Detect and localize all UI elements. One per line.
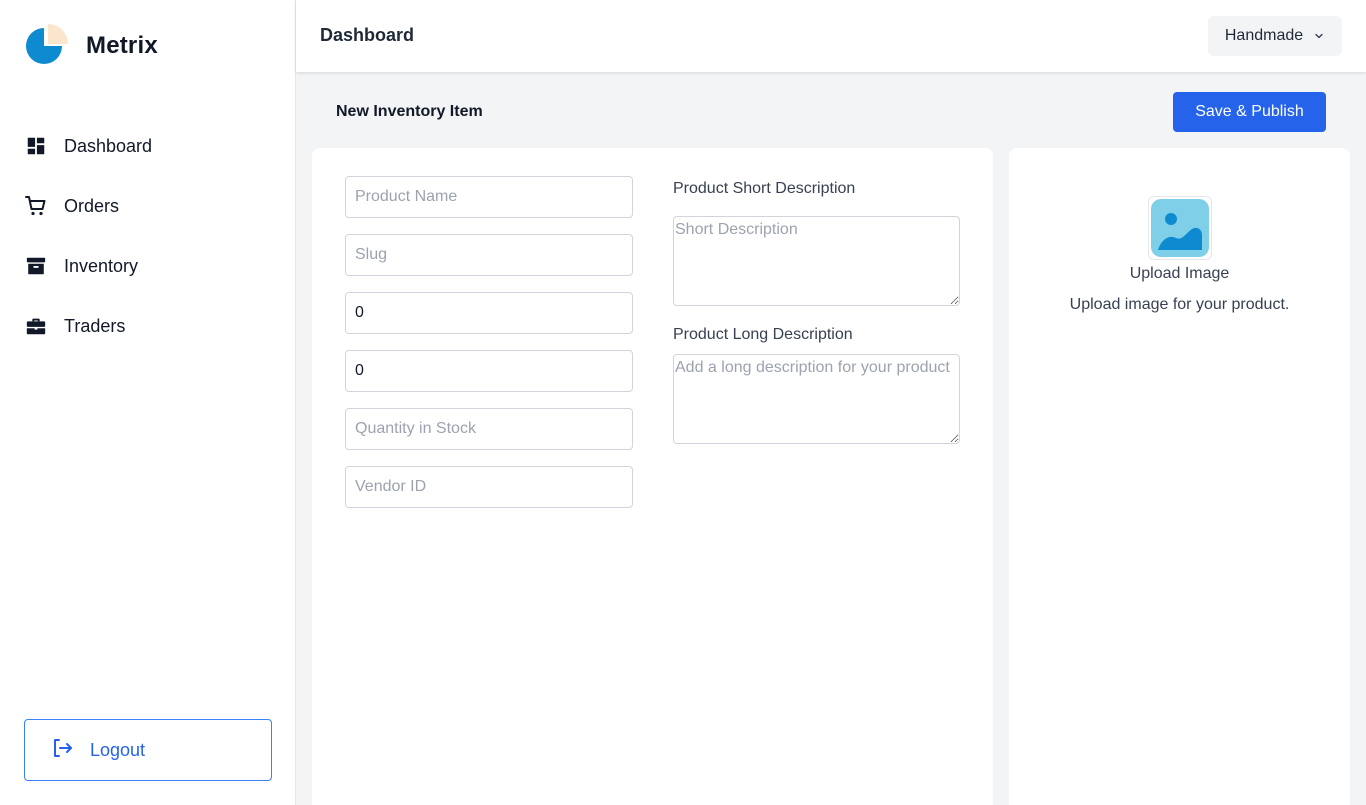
top-header: Dashboard Handmade — [296, 0, 1366, 72]
slug-input[interactable] — [345, 234, 633, 276]
brand-name: Metrix — [86, 32, 158, 59]
archive-icon — [24, 254, 48, 278]
pie-chart-logo-icon — [26, 24, 68, 64]
upload-image-label: Upload Image — [1129, 265, 1230, 282]
short-description-label: Product Short Description — [673, 180, 856, 197]
long-description-textarea[interactable] — [673, 354, 960, 444]
sidebar: Metrix Dashboard Orders Inventory Trader… — [0, 0, 296, 805]
dashboard-icon — [24, 134, 48, 158]
brand[interactable]: Metrix — [24, 24, 158, 68]
long-description-label: Product Long Description — [673, 326, 853, 343]
quantity-input[interactable] — [345, 408, 633, 450]
image-upload-area: Upload Image Upload image for your produ… — [1009, 196, 1350, 314]
sidebar-item-label: Dashboard — [64, 135, 153, 156]
logout-icon — [50, 736, 74, 765]
logout-button[interactable]: Logout — [24, 719, 272, 781]
price-input[interactable] — [345, 292, 633, 334]
page-header-title: Dashboard — [320, 25, 415, 45]
sidebar-item-traders[interactable]: Traders — [0, 296, 295, 356]
image-upload-card: Upload Image Upload image for your produ… — [1009, 148, 1350, 805]
store-select[interactable]: Handmade — [1208, 16, 1342, 56]
sidebar-item-label: Orders — [64, 195, 120, 216]
upload-image-button[interactable] — [1147, 196, 1212, 260]
logout-label: Logout — [90, 739, 146, 760]
sidebar-item-orders[interactable]: Orders — [0, 176, 295, 236]
sidebar-item-dashboard[interactable]: Dashboard — [0, 116, 295, 176]
vendor-id-input[interactable] — [345, 466, 633, 508]
briefcase-icon — [24, 314, 48, 338]
product-form-card: Product Short Description Product Long D… — [312, 148, 993, 805]
sidebar-item-inventory[interactable]: Inventory — [0, 236, 295, 296]
sidebar-nav: Dashboard Orders Inventory Traders — [0, 116, 295, 356]
save-publish-button[interactable]: Save & Publish — [1173, 92, 1326, 132]
page-title: New Inventory Item — [336, 103, 483, 120]
sidebar-item-label: Traders — [64, 315, 126, 336]
image-placeholder-icon — [1150, 199, 1209, 257]
sidebar-item-label: Inventory — [64, 255, 139, 276]
cart-icon — [24, 194, 48, 218]
product-name-input[interactable] — [345, 176, 633, 218]
sale-price-input[interactable] — [345, 350, 633, 392]
short-description-textarea[interactable] — [673, 216, 960, 306]
store-select-value: Handmade — [1224, 27, 1304, 44]
chevron-down-icon — [1315, 33, 1323, 39]
upload-image-help: Upload image for your product. — [1069, 296, 1290, 313]
